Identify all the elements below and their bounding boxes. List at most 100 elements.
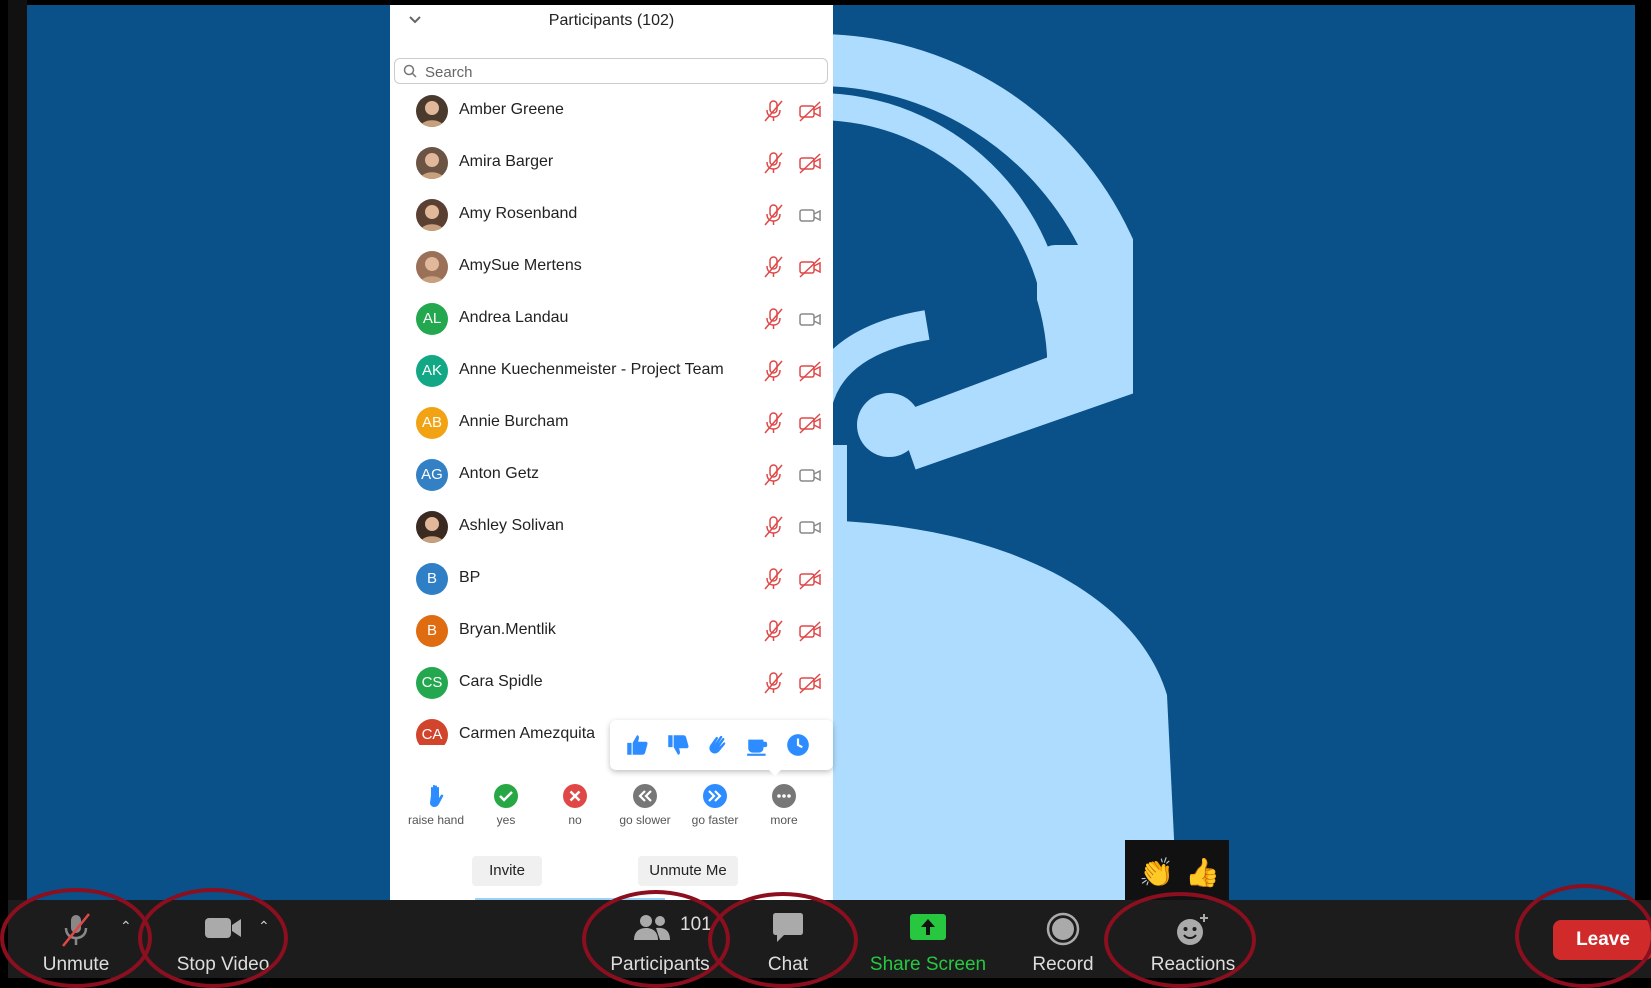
participant-name: Annie Burcham: [459, 413, 569, 430]
participant-name: Bryan.Mentlik: [459, 621, 556, 638]
avatar: [416, 95, 448, 127]
coffee-icon[interactable]: [745, 732, 771, 758]
video-off-icon: [799, 673, 821, 694]
window-edge: [8, 0, 27, 900]
participant-row[interactable]: Amira Barger: [390, 137, 833, 189]
audio-options-caret-icon[interactable]: ⌃: [120, 918, 132, 935]
feedback-yes-button[interactable]: yes: [471, 775, 541, 827]
chat-bubble-icon: [773, 913, 803, 942]
share-screen-icon: [910, 914, 946, 940]
clap-emoji-icon[interactable]: 👏: [1139, 856, 1174, 889]
participant-row[interactable]: Ashley Solivan: [390, 501, 833, 553]
raise-hand-icon: [423, 783, 449, 809]
participant-name: Cara Spidle: [459, 673, 543, 690]
record-button[interactable]: Record: [1008, 900, 1118, 978]
participants-title: Participants (102): [548, 12, 675, 29]
participant-row[interactable]: Amy Rosenband: [390, 189, 833, 241]
video-off-icon: [799, 101, 821, 122]
thumbs-down-icon[interactable]: [665, 732, 691, 758]
muted-mic-icon: [764, 308, 783, 330]
video-camera-icon: [205, 918, 241, 938]
muted-mic-icon: [764, 204, 783, 226]
participants-header: Participants (102): [390, 5, 833, 45]
reaction-emoji-tray: 👏 👍: [1125, 840, 1229, 902]
feedback-label: yes: [496, 813, 516, 827]
participants-label: Participants: [610, 954, 710, 975]
feedback-label: no: [568, 813, 582, 827]
participant-row[interactable]: AG Anton Getz: [390, 449, 833, 501]
muted-mic-icon: [764, 256, 783, 278]
muted-mic-icon: [764, 516, 783, 538]
participant-row[interactable]: B Bryan.Mentlik: [390, 605, 833, 657]
clap-icon[interactable]: [705, 732, 731, 758]
participant-row[interactable]: AL Andrea Landau: [390, 293, 833, 345]
avatar: AK: [416, 355, 448, 387]
unmute-button[interactable]: Unmute: [26, 900, 126, 978]
avatar: [416, 147, 448, 179]
participant-row[interactable]: AB Annie Burcham: [390, 397, 833, 449]
avatar: [416, 511, 448, 543]
feedback-no-button[interactable]: no: [540, 775, 610, 827]
muted-mic-icon: [764, 152, 783, 174]
muted-mic-icon: [764, 620, 783, 642]
muted-mic-icon: [764, 672, 783, 694]
feedback-label: go slower: [619, 813, 671, 827]
clock-icon[interactable]: [785, 732, 811, 758]
reactions-button[interactable]: Reactions: [1128, 900, 1258, 978]
participant-name: Carmen Amezquita: [459, 725, 596, 742]
feedback-more-button[interactable]: more: [749, 775, 819, 827]
invite-button[interactable]: Invite: [472, 856, 542, 886]
nonverbal-feedback-bar: raise hand yes no go slower go faster more: [390, 775, 833, 835]
reaction-popover: [610, 720, 833, 776]
video-off-icon: [799, 361, 821, 382]
feedback-go-slower-button[interactable]: go slower: [610, 775, 680, 827]
participant-row[interactable]: CS Cara Spidle: [390, 657, 833, 709]
participant-row[interactable]: B BP: [390, 553, 833, 605]
participant-row[interactable]: AK Anne Kuechenmeister - Project Team: [390, 345, 833, 397]
participant-name: Amber Greene: [459, 101, 564, 118]
avatar: [416, 199, 448, 231]
participant-name: Andrea Landau: [459, 309, 569, 326]
participant-name: Anne Kuechenmeister - Project Team: [459, 361, 724, 378]
participant-row[interactable]: Amber Greene: [390, 85, 833, 137]
avatar: AG: [416, 459, 448, 491]
video-options-caret-icon[interactable]: ⌃: [258, 918, 270, 935]
share-screen-button[interactable]: Share Screen: [853, 900, 1003, 978]
chat-label: Chat: [767, 954, 809, 975]
feedback-raise-hand-button[interactable]: raise hand: [401, 775, 471, 827]
participants-button[interactable]: 101 Participants: [590, 900, 730, 978]
share-screen-label: Share Screen: [869, 954, 987, 975]
meeting-toolbar: Unmute ⌃ Stop Video ⌃ 101 Participants C…: [8, 900, 1651, 978]
feedback-label: raise hand: [407, 813, 465, 827]
x-circle-icon: [562, 783, 588, 809]
rewind-circle-icon: [632, 783, 658, 809]
video-camera-icon: [799, 313, 821, 326]
search-input[interactable]: [423, 60, 817, 84]
participants-icon: [634, 915, 670, 940]
unmute-me-button[interactable]: Unmute Me: [638, 856, 738, 886]
thumbs-up-icon[interactable]: [624, 732, 650, 758]
feedback-go-faster-button[interactable]: go faster: [680, 775, 750, 827]
video-off-icon: [799, 153, 821, 174]
record-label: Record: [1032, 954, 1094, 975]
search-icon: [403, 64, 417, 78]
reactions-label: Reactions: [1150, 954, 1236, 975]
participant-row[interactable]: AmySue Mertens: [390, 241, 833, 293]
leave-button[interactable]: Leave: [1553, 920, 1651, 960]
avatar: [416, 251, 448, 283]
stop-video-button[interactable]: Stop Video: [158, 900, 288, 978]
add-reaction-icon: [1177, 914, 1208, 945]
participant-search: [394, 58, 828, 84]
avatar: B: [416, 563, 448, 595]
chat-button[interactable]: Chat: [728, 900, 848, 978]
thumbs-up-emoji-icon[interactable]: 👍: [1185, 856, 1220, 889]
unmute-label: Unmute: [42, 954, 110, 975]
feedback-label: go faster: [691, 813, 739, 827]
check-circle-icon: [493, 783, 519, 809]
avatar: CS: [416, 667, 448, 699]
muted-mic-icon: [764, 464, 783, 486]
stop-video-label: Stop Video: [176, 954, 270, 975]
video-off-icon: [799, 257, 821, 278]
participant-name: Ashley Solivan: [459, 517, 564, 534]
video-off-icon: [799, 413, 821, 434]
